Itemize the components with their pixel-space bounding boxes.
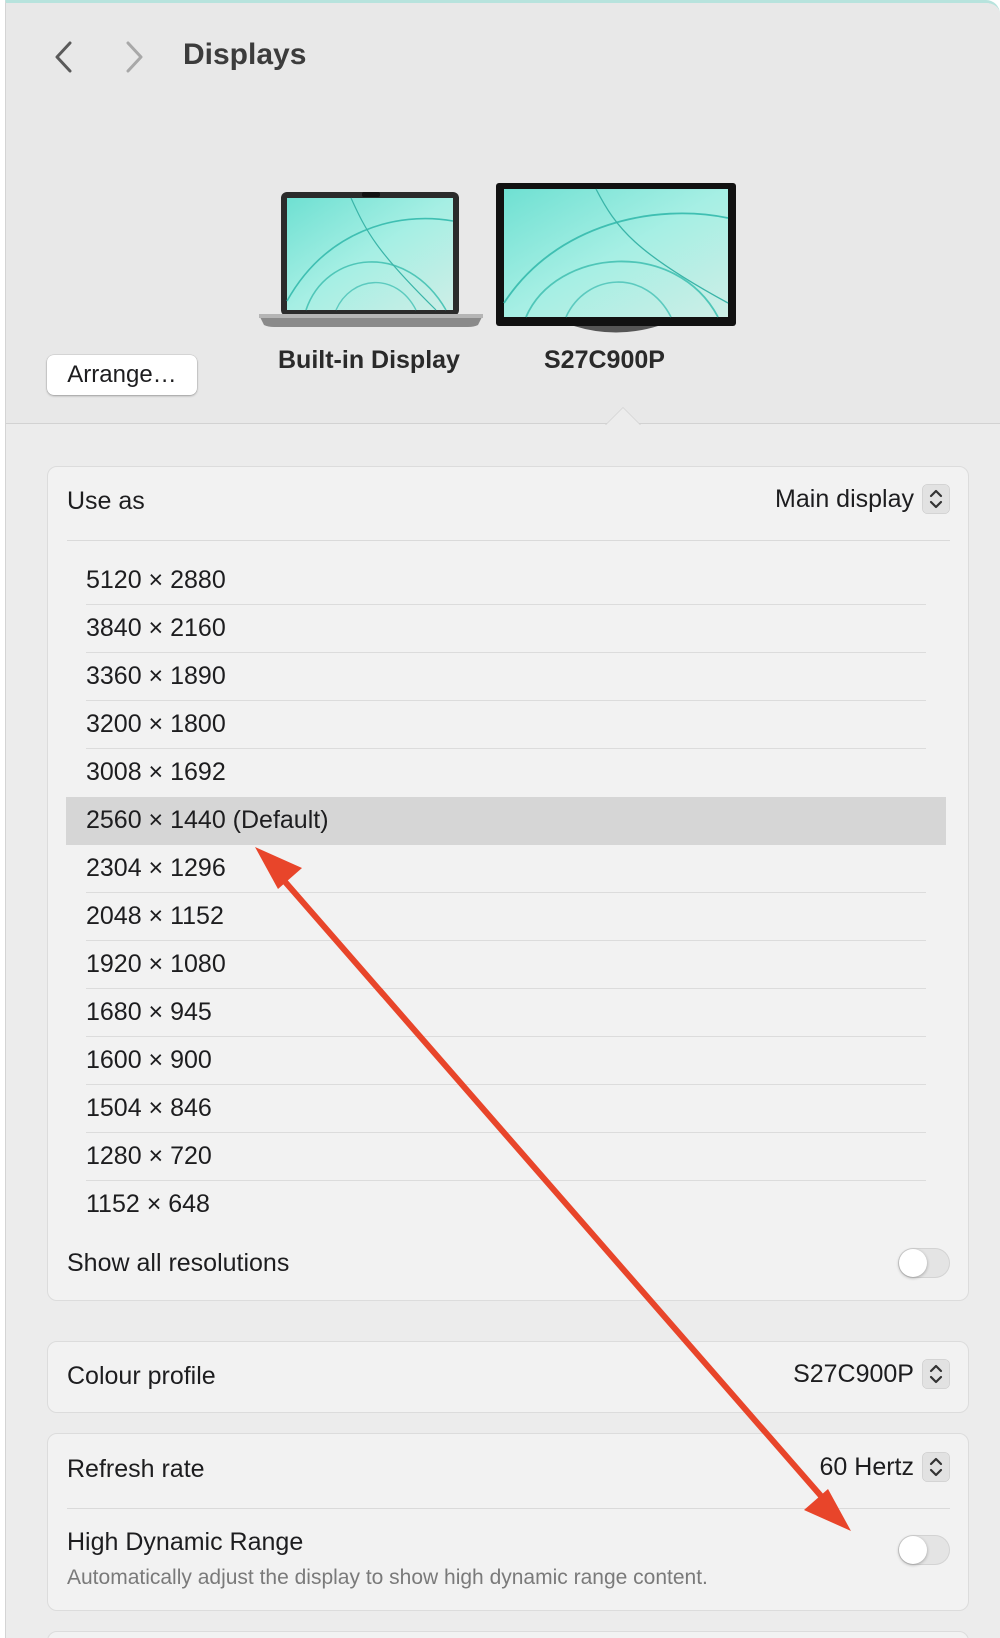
refresh-rate-value: 60 Hertz (819, 1452, 914, 1481)
page-title: Displays (183, 38, 307, 71)
resolution-label: 3008 × 1692 (86, 758, 226, 786)
laptop-icon (259, 192, 483, 327)
hdr-label: High Dynamic Range (67, 1528, 304, 1556)
resolution-option[interactable]: 2560 × 1440 (Default) (66, 797, 946, 845)
resolution-label: 3840 × 2160 (86, 614, 226, 642)
resolution-option[interactable]: 2048 × 1152 (66, 893, 946, 941)
display-label-s27c900p: S27C900P (544, 346, 665, 374)
resolution-option[interactable]: 1920 × 1080 (66, 941, 946, 989)
resolution-group: Use as Main display 5120 × 2880 3840 × 21… (47, 466, 969, 1301)
settings-window: Displays Arrange… Built-in Display S27C9… (5, 0, 1000, 1638)
chevron-right-icon (126, 41, 143, 73)
use-as-popup[interactable]: Main display (775, 484, 950, 514)
toggle-knob (899, 1249, 927, 1277)
use-as-label: Use as (67, 487, 145, 515)
refresh-hdr-group: Refresh rate 60 Hertz High Dynamic Range… (47, 1433, 969, 1611)
up-down-chevron-icon (922, 484, 950, 514)
colour-profile-popup[interactable]: S27C900P (793, 1359, 950, 1389)
show-all-label: Show all resolutions (67, 1249, 290, 1277)
resolution-label: 3200 × 1800 (86, 710, 226, 738)
resolution-option[interactable]: 5120 × 2880 (66, 557, 946, 605)
resolution-label: 1600 × 900 (86, 1046, 212, 1074)
displays-header: Displays Arrange… Built-in Display S27C9… (6, 3, 1000, 424)
toggle-knob (899, 1536, 927, 1564)
refresh-rate-popup[interactable]: 60 Hertz (820, 1452, 950, 1482)
resolution-label: 1280 × 720 (86, 1142, 212, 1170)
next-group-edge (47, 1631, 969, 1638)
resolution-label: 5120 × 2880 (86, 566, 226, 594)
display-s27c900p[interactable]: S27C900P (496, 183, 746, 393)
hdr-description: Automatically adjust the display to show… (67, 1566, 708, 1589)
resolution-label: 2560 × 1440 (Default) (86, 806, 329, 834)
hdr-toggle[interactable] (898, 1535, 950, 1565)
resolution-option[interactable]: 3360 × 1890 (66, 653, 946, 701)
resolution-list: 5120 × 2880 3840 × 2160 3360 × 1890 3200 × … (66, 557, 946, 1229)
display-label-builtin: Built-in Display (278, 346, 460, 374)
monitor-icon (496, 183, 736, 333)
use-as-value: Main display (775, 484, 914, 513)
arrange-button[interactable]: Arrange… (47, 355, 197, 395)
resolution-label: 1680 × 945 (86, 998, 212, 1026)
resolution-option[interactable]: 3840 × 2160 (66, 605, 946, 653)
colour-profile-value: S27C900P (793, 1359, 914, 1388)
resolution-option[interactable]: 3200 × 1800 (66, 701, 946, 749)
back-button[interactable] (48, 39, 80, 75)
colour-profile-label: Colour profile (67, 1362, 216, 1390)
resolution-label: 1504 × 846 (86, 1094, 212, 1122)
refresh-rate-label: Refresh rate (67, 1455, 205, 1483)
resolution-option[interactable]: 1152 × 648 (66, 1181, 946, 1229)
resolution-option[interactable]: 2304 × 1296 (66, 845, 946, 893)
resolution-option[interactable]: 1680 × 945 (66, 989, 946, 1037)
chevron-left-icon (55, 41, 72, 73)
resolution-label: 1920 × 1080 (86, 950, 226, 978)
resolution-label: 2048 × 1152 (86, 902, 224, 930)
resolution-label: 2304 × 1296 (86, 854, 226, 882)
colour-profile-group: Colour profile S27C900P (47, 1341, 969, 1413)
divider (67, 1508, 950, 1509)
up-down-chevron-icon (922, 1359, 950, 1389)
forward-button[interactable] (118, 39, 150, 75)
resolution-option[interactable]: 3008 × 1692 (66, 749, 946, 797)
resolution-option[interactable]: 1280 × 720 (66, 1133, 946, 1181)
divider (67, 540, 950, 541)
show-all-toggle[interactable] (898, 1248, 950, 1278)
up-down-chevron-icon (922, 1452, 950, 1482)
resolution-option[interactable]: 1600 × 900 (66, 1037, 946, 1085)
display-builtin[interactable]: Built-in Display (256, 191, 486, 391)
selection-pointer (606, 408, 640, 425)
resolution-label: 3360 × 1890 (86, 662, 226, 690)
resolution-label: 1152 × 648 (86, 1190, 210, 1218)
resolution-option[interactable]: 1504 × 846 (66, 1085, 946, 1133)
